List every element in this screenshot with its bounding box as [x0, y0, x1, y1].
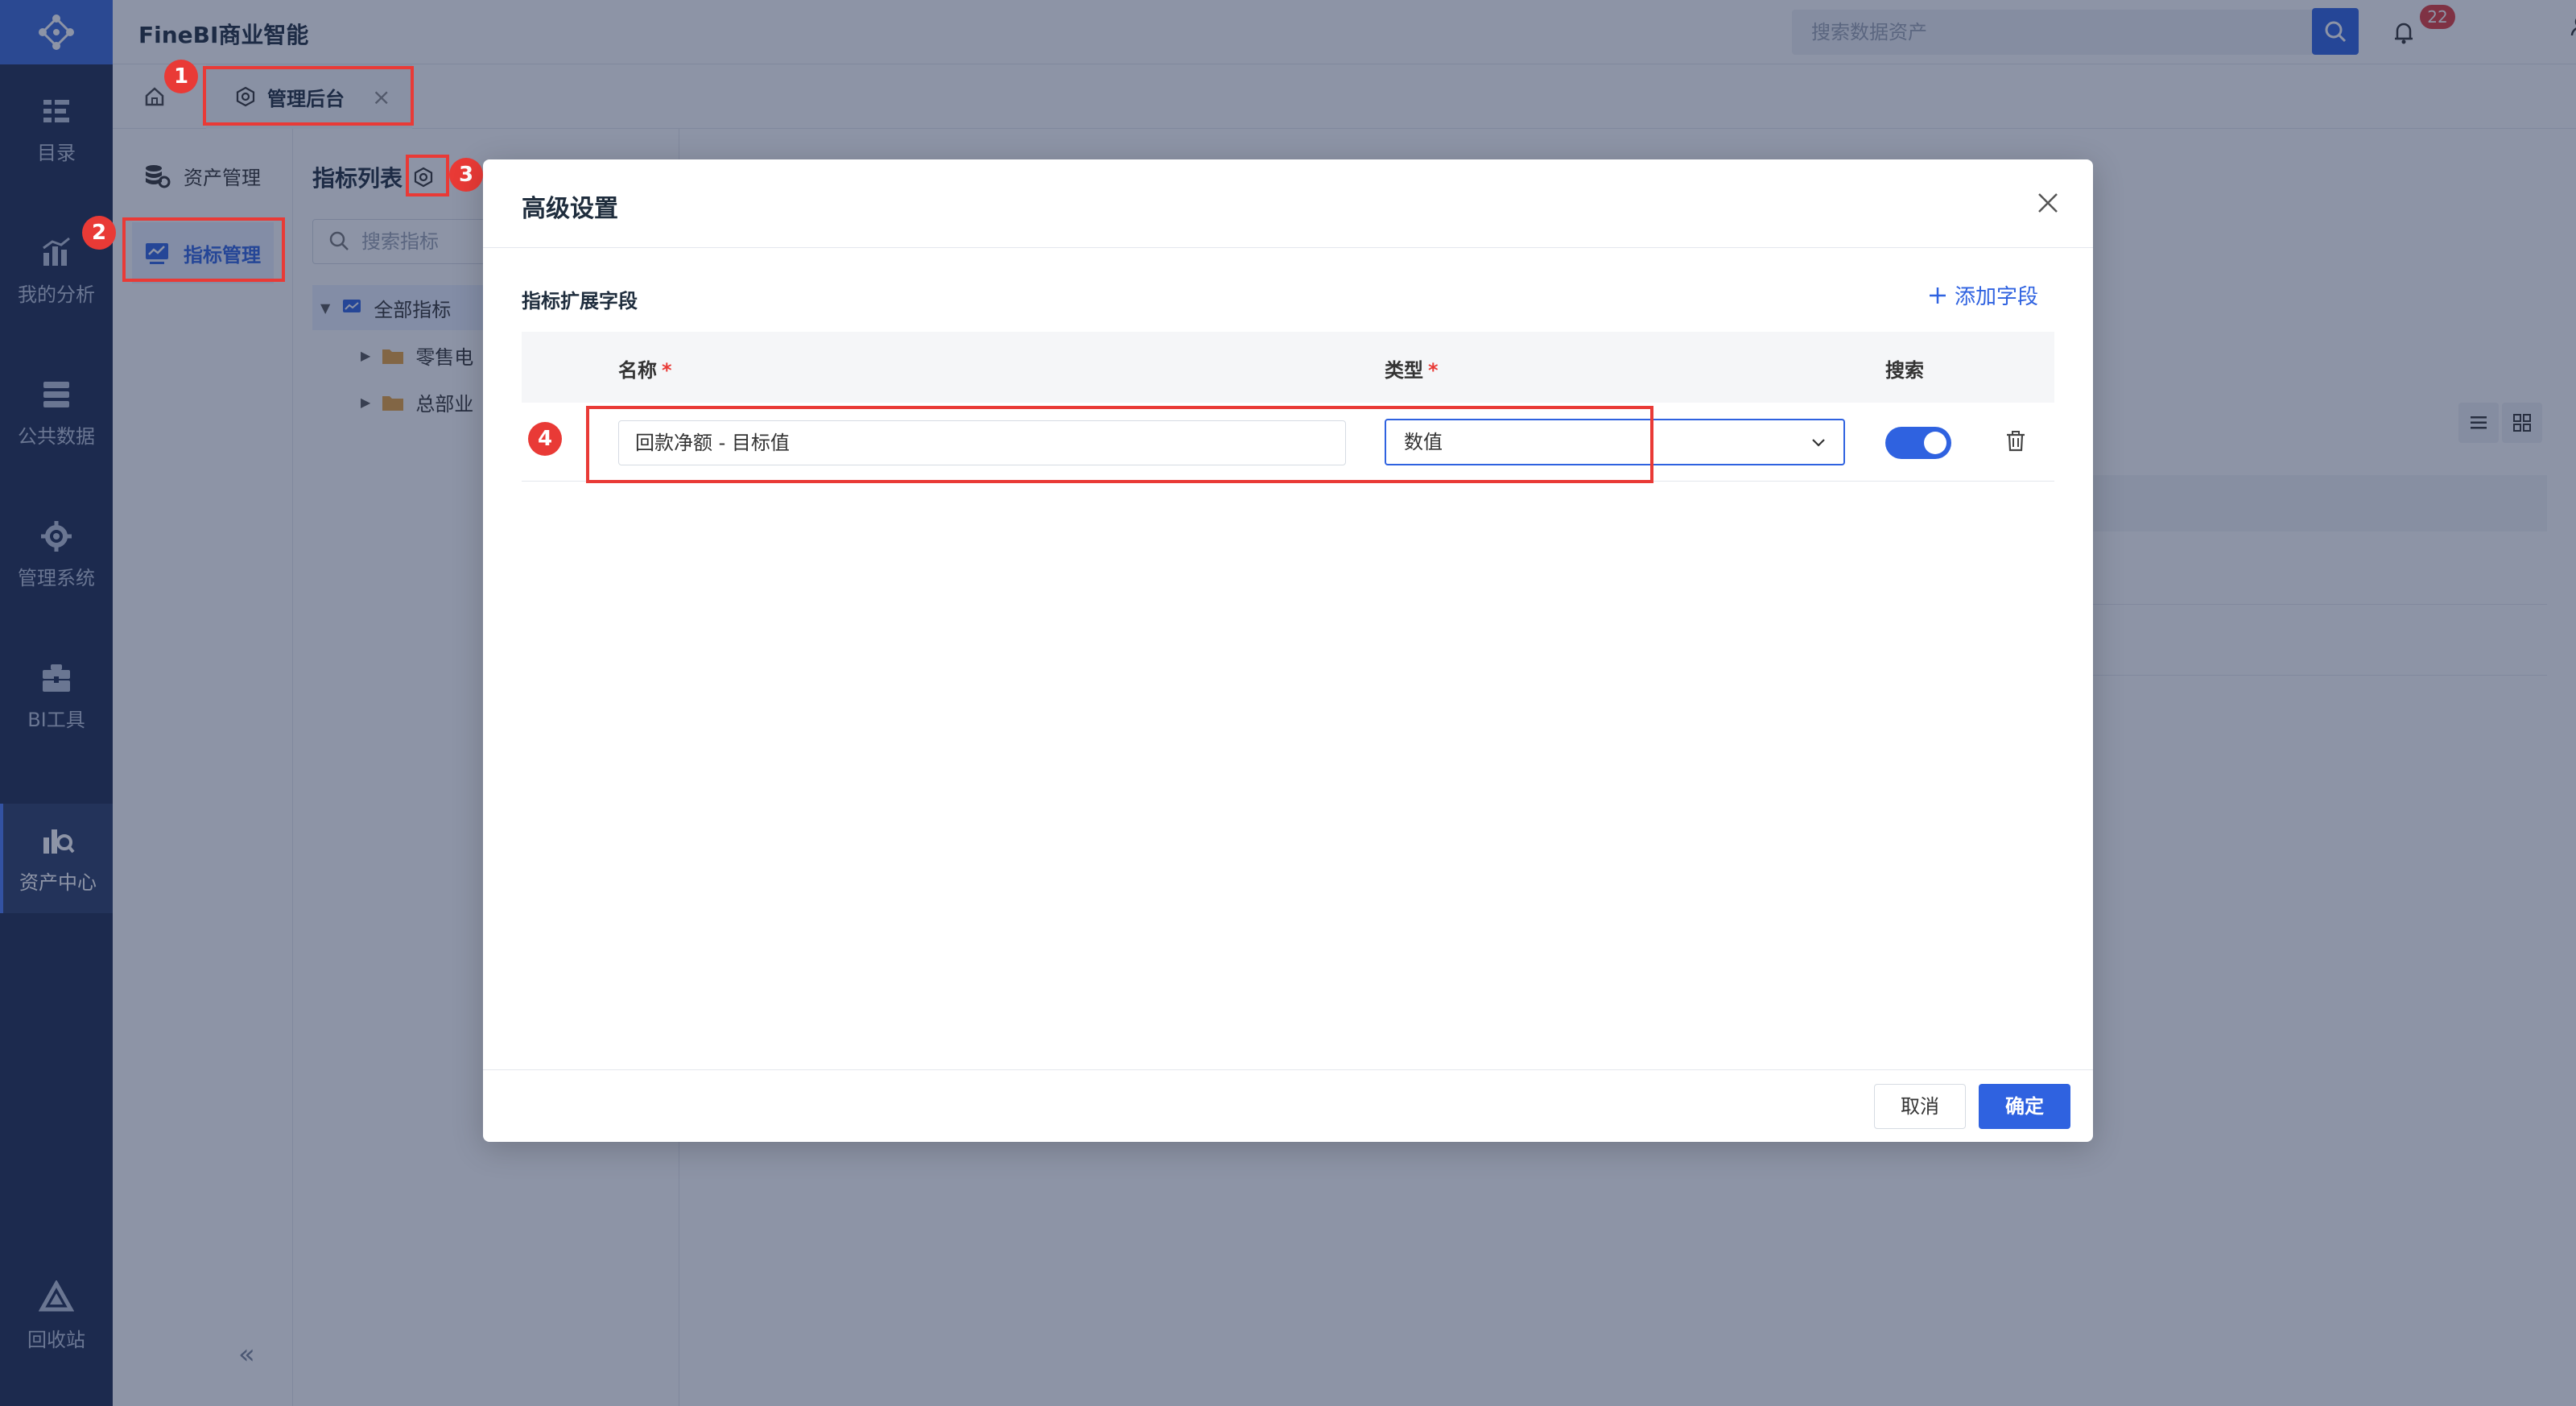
annotation-marker-4: 4 [528, 422, 562, 456]
annotation-box-2 [122, 217, 285, 282]
annotation-marker-3: 3 [449, 158, 483, 192]
delete-field-button[interactable] [2001, 427, 2030, 456]
column-header-search: 搜索 [1885, 354, 1924, 383]
annotation-marker-2: 2 [82, 216, 116, 250]
confirm-button[interactable]: 确定 [1979, 1084, 2070, 1129]
cancel-button[interactable]: 取消 [1874, 1084, 1966, 1129]
column-name-label: 名称 [618, 359, 657, 382]
column-header-type: 类型 * [1385, 354, 1439, 383]
dialog-footer: 取消 确定 [483, 1069, 2093, 1142]
column-search-label: 搜索 [1885, 359, 1924, 382]
advanced-settings-dialog: 高级设置 指标扩展字段 添加字段 名称 * 类型 * 搜索 回款净额 - 目标值 数… [483, 159, 2093, 1142]
add-field-label: 添加字段 [1955, 285, 2039, 309]
required-mark: * [1428, 359, 1439, 382]
trash-icon [2007, 431, 2025, 452]
required-mark: * [662, 359, 672, 382]
column-header-name: 名称 * [618, 354, 672, 383]
add-field-button[interactable]: 添加字段 [1927, 280, 2038, 310]
plus-icon [1930, 287, 1946, 304]
dialog-header: 高级设置 [483, 159, 2093, 248]
toggle-knob [1924, 432, 1946, 454]
annotation-box-4 [586, 406, 1653, 483]
dialog-title: 高级设置 [522, 195, 618, 223]
extension-fields-title: 指标扩展字段 [522, 290, 638, 312]
search-enabled-toggle[interactable] [1885, 427, 1951, 459]
fields-table-header: 名称 * 类型 * 搜索 [522, 332, 2054, 403]
annotation-box-1 [203, 66, 414, 126]
close-icon [2038, 193, 2058, 213]
annotation-box-3 [406, 155, 449, 196]
annotation-marker-1: 1 [164, 60, 198, 93]
column-type-label: 类型 [1385, 359, 1423, 382]
chevron-down-icon [1812, 439, 1825, 447]
close-dialog-button[interactable] [2030, 185, 2066, 221]
